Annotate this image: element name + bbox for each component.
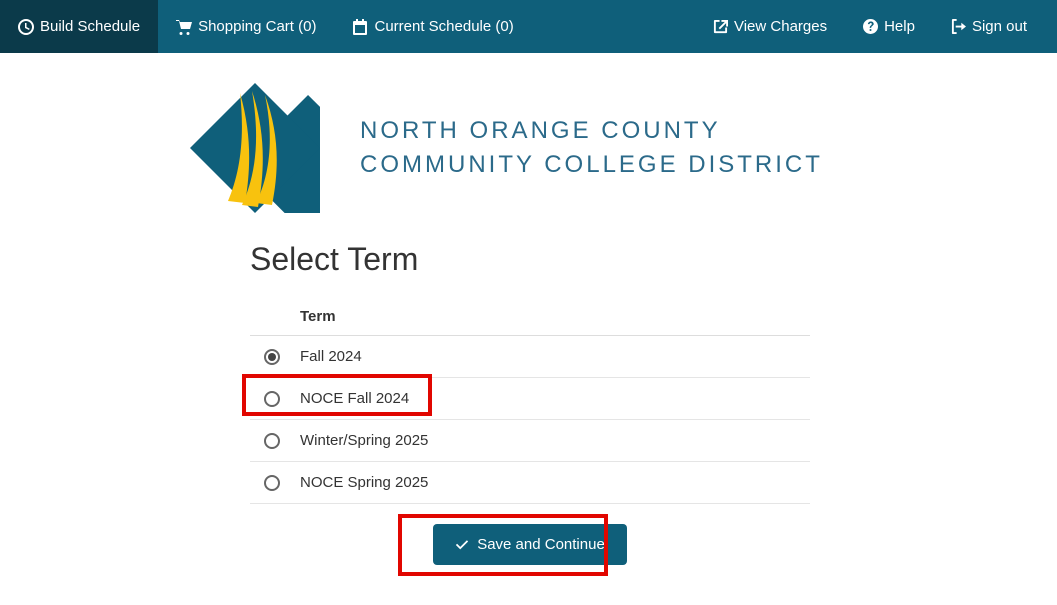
brand-text: NORTH ORANGE COUNTY COMMUNITY COLLEGE DI… (360, 114, 823, 181)
navbar: Build Schedule Shopping Cart (0) Current… (0, 0, 1057, 53)
button-wrap: Save and Continue (250, 524, 810, 565)
term-label: NOCE Spring 2025 (300, 474, 428, 491)
cart-icon (176, 19, 192, 35)
nav-view-charges[interactable]: View Charges (695, 0, 845, 53)
radio-icon[interactable] (264, 349, 280, 365)
button-label: Save and Continue (477, 536, 605, 553)
external-link-icon (713, 19, 728, 34)
nav-label: View Charges (734, 18, 827, 35)
logo-row: NORTH ORANGE COUNTY COMMUNITY COLLEGE DI… (190, 83, 1057, 213)
nav-label: Shopping Cart (0) (198, 18, 316, 35)
nav-shopping-cart[interactable]: Shopping Cart (0) (158, 0, 334, 53)
term-label: Fall 2024 (300, 348, 362, 365)
calendar-icon (352, 19, 368, 35)
check-icon (455, 538, 469, 552)
clock-icon (18, 19, 34, 35)
brand-line2: COMMUNITY COLLEGE DISTRICT (360, 148, 823, 182)
brand-line1: NORTH ORANGE COUNTY (360, 114, 823, 148)
nav-label: Build Schedule (40, 18, 140, 35)
nav-label: Help (884, 18, 915, 35)
main: NORTH ORANGE COUNTY COMMUNITY COLLEGE DI… (0, 53, 1057, 605)
term-header: Term (250, 300, 810, 336)
sign-out-icon (951, 19, 966, 34)
content: Select Term Term Fall 2024 NOCE Fall 202… (250, 241, 810, 565)
term-row[interactable]: Winter/Spring 2025 (250, 420, 810, 462)
radio-icon[interactable] (264, 433, 280, 449)
nav-right: View Charges Help Sign out (695, 0, 1057, 53)
term-list: Term Fall 2024 NOCE Fall 2024 Winter/Spr… (250, 300, 810, 504)
nav-left: Build Schedule Shopping Cart (0) Current… (0, 0, 532, 53)
term-row[interactable]: NOCE Spring 2025 (250, 462, 810, 504)
page-title: Select Term (250, 241, 810, 278)
term-label: NOCE Fall 2024 (300, 390, 409, 407)
nav-help[interactable]: Help (845, 0, 933, 53)
term-label: Winter/Spring 2025 (300, 432, 428, 449)
term-row[interactable]: Fall 2024 (250, 336, 810, 378)
radio-icon[interactable] (264, 475, 280, 491)
save-continue-button[interactable]: Save and Continue (433, 524, 627, 565)
nav-current-schedule[interactable]: Current Schedule (0) (334, 0, 531, 53)
logo (190, 83, 320, 213)
radio-icon[interactable] (264, 391, 280, 407)
nav-build-schedule[interactable]: Build Schedule (0, 0, 158, 53)
nav-label: Sign out (972, 18, 1027, 35)
help-icon (863, 19, 878, 34)
nav-sign-out[interactable]: Sign out (933, 0, 1045, 53)
term-row[interactable]: NOCE Fall 2024 (250, 378, 810, 420)
nav-label: Current Schedule (0) (374, 18, 513, 35)
